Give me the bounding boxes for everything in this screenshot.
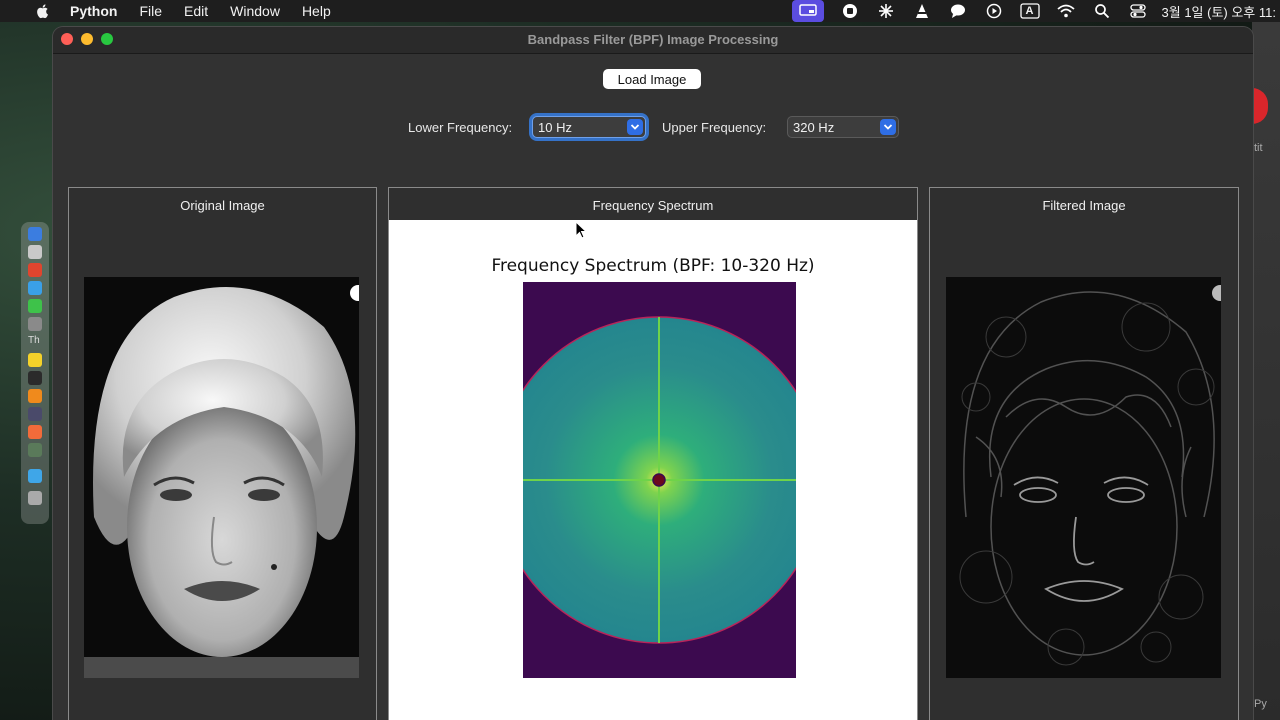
menu-bar: Python File Edit Window Help A 3월 1일 (토)…	[0, 0, 1280, 22]
safari-icon[interactable]	[28, 281, 42, 295]
frequency-spectrum-title: Frequency Spectrum	[592, 198, 714, 213]
background-text-fragment: tit	[1254, 142, 1263, 154]
lower-frequency-select[interactable]: 10 Hz	[532, 116, 646, 138]
downloads-folder-icon[interactable]	[28, 469, 42, 483]
chat-bubble-icon[interactable]	[948, 3, 968, 19]
dock: Th	[21, 222, 49, 524]
menubar-clock[interactable]: 3월 1일 (토) 오후 11:	[1162, 2, 1276, 21]
menu-help[interactable]: Help	[302, 3, 331, 19]
spectrum-plot-area: Frequency Spectrum (BPF: 10-320 Hz)	[389, 220, 917, 720]
mouse-cursor-icon	[575, 221, 587, 239]
input-source-label: A	[1025, 5, 1034, 17]
app-dock-icon[interactable]	[28, 407, 42, 421]
menu-window[interactable]: Window	[230, 3, 280, 19]
wifi-icon[interactable]	[1056, 3, 1076, 19]
load-image-button[interactable]: Load Image	[603, 69, 701, 89]
filtered-edge-image	[946, 277, 1221, 678]
original-image-panel: Original Image	[68, 187, 377, 720]
control-center-icon[interactable]	[1128, 3, 1148, 19]
original-image-title: Original Image	[180, 198, 265, 213]
launchpad-icon[interactable]	[28, 245, 42, 259]
app-window: Bandpass Filter (BPF) Image Processing L…	[53, 27, 1253, 720]
vlc-dock-icon[interactable]	[28, 389, 42, 403]
text-app-icon[interactable]: Th	[28, 335, 42, 349]
original-portrait-image	[84, 277, 359, 678]
app3-dock-icon[interactable]	[28, 443, 42, 457]
search-icon[interactable]	[1092, 3, 1112, 19]
spectrum-heatmap	[523, 282, 796, 678]
chevron-down-icon	[627, 119, 643, 135]
messages-icon[interactable]	[28, 299, 42, 313]
vlc-icon[interactable]	[912, 3, 932, 19]
filtered-image-title: Filtered Image	[1042, 198, 1126, 213]
menu-file[interactable]: File	[139, 3, 162, 19]
preview-icon[interactable]	[28, 317, 42, 331]
brave-icon[interactable]	[28, 263, 42, 277]
filtered-image-panel: Filtered Image	[929, 187, 1239, 720]
lower-frequency-value: 10 Hz	[538, 120, 572, 135]
chevron-down-icon	[880, 119, 896, 135]
background-window-edge: tit Py	[1252, 22, 1280, 720]
spectrum-plot-title: Frequency Spectrum (BPF: 10-320 Hz)	[491, 256, 815, 276]
window-content: Load Image Lower Frequency: 10 Hz Upper …	[53, 54, 1253, 720]
frequency-spectrum-panel: Frequency Spectrum Frequency Spectrum (B…	[388, 187, 918, 720]
menu-edit[interactable]: Edit	[184, 3, 208, 19]
sparkle-icon[interactable]	[876, 3, 896, 19]
screen-share-icon[interactable]	[791, 0, 824, 22]
window-titlebar: Bandpass Filter (BPF) Image Processing	[53, 27, 1253, 54]
play-circle-icon[interactable]	[984, 3, 1004, 19]
upper-frequency-select[interactable]: 320 Hz	[787, 116, 899, 138]
trash-icon[interactable]	[28, 491, 42, 505]
input-source-icon[interactable]: A	[1019, 3, 1040, 19]
apple-icon[interactable]	[35, 3, 51, 19]
menu-app-python[interactable]: Python	[70, 3, 117, 19]
background-app-icon	[1252, 88, 1268, 124]
app2-dock-icon[interactable]	[28, 425, 42, 439]
finder-icon[interactable]	[28, 227, 42, 241]
upper-frequency-label: Upper Frequency:	[662, 120, 767, 135]
background-text-fragment-2: Py	[1254, 698, 1267, 710]
upper-frequency-value: 320 Hz	[793, 120, 835, 135]
terminal-icon[interactable]	[28, 371, 42, 385]
status-area: A 3월 1일 (토) 오후 11:	[791, 0, 1280, 22]
window-title: Bandpass Filter (BPF) Image Processing	[527, 32, 779, 47]
lower-frequency-label: Lower Frequency:	[408, 120, 513, 135]
kakaotalk-icon[interactable]	[28, 353, 42, 367]
record-icon[interactable]	[840, 3, 860, 19]
